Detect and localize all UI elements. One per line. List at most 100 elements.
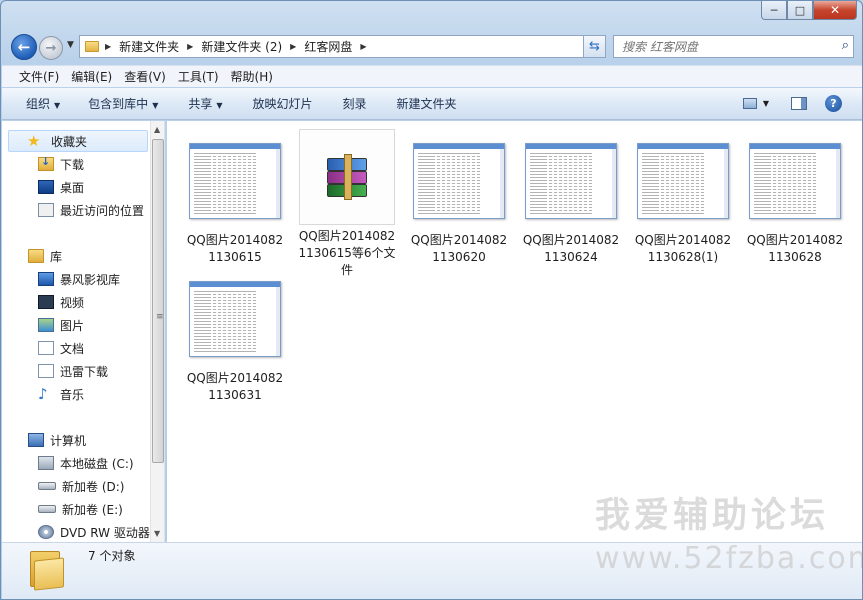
search-input[interactable]	[622, 36, 822, 57]
nav-item-drive-c[interactable]: 本地磁盘 (C:)	[38, 452, 134, 474]
nav-label: 本地磁盘 (C:)	[60, 456, 134, 471]
video-library-icon	[38, 272, 54, 286]
search-box[interactable]: ⌕	[613, 35, 854, 58]
nav-item-recent-places[interactable]: 最近访问的位置	[38, 199, 144, 221]
folder-icon	[30, 549, 66, 591]
address-bar[interactable]: ▶ 新建文件夹 ▶ 新建文件夹 (2) ▶ 红客网盘 ▶ ▼	[79, 35, 606, 58]
breadcrumb-separator-icon[interactable]: ▶	[288, 42, 298, 51]
help-icon[interactable]: ?	[825, 95, 842, 112]
nav-libraries[interactable]: 库	[28, 245, 62, 267]
command-bar: 组织 ▼ 包含到库中 ▼ 共享 ▼ 放映幻灯片 刻录 新建文件夹 ▼ ?	[2, 88, 862, 120]
menu-view[interactable]: 查看(V)	[117, 68, 171, 85]
file-name: QQ图片20140821130628	[746, 233, 844, 264]
nav-favorites[interactable]: ★ 收藏夹	[8, 130, 148, 152]
organize-label: 组织	[26, 97, 51, 111]
nav-item-dvd-drive[interactable]: DVD RW 驱动器	[38, 521, 150, 542]
breadcrumb-separator-icon[interactable]: ▶	[185, 42, 195, 51]
file-thumbnail	[523, 133, 619, 229]
library-icon	[28, 249, 44, 263]
desktop-icon	[38, 180, 54, 194]
nav-item-videos[interactable]: 视频	[38, 291, 84, 313]
organize-button[interactable]: 组织 ▼	[2, 95, 70, 112]
close-button[interactable]: ✕	[813, 1, 857, 20]
breadcrumb-separator-icon[interactable]: ▶	[358, 42, 368, 51]
image-thumbnail-icon	[525, 143, 617, 219]
image-thumbnail-icon	[749, 143, 841, 219]
scroll-up-icon[interactable]: ▲	[154, 125, 160, 134]
nav-item-music[interactable]: ♪ 音乐	[38, 383, 84, 405]
breadcrumb-item[interactable]: 红客网盘	[298, 38, 358, 55]
slideshow-button[interactable]: 放映幻灯片	[233, 95, 323, 112]
menu-help[interactable]: 帮助(H)	[224, 68, 278, 85]
include-in-library-button[interactable]: 包含到库中 ▼	[70, 95, 168, 112]
file-thumbnail	[635, 133, 731, 229]
arrow-right-icon: →	[45, 40, 57, 56]
image-thumbnail-icon	[189, 281, 281, 357]
nav-item-documents[interactable]: 文档	[38, 337, 84, 359]
computer-icon	[28, 433, 44, 447]
preview-pane-icon[interactable]	[791, 97, 807, 110]
file-item[interactable]: QQ图片20140821130620	[409, 133, 509, 266]
file-item[interactable]: QQ图片20140821130615	[185, 133, 285, 266]
change-view-icon[interactable]	[742, 98, 757, 109]
new-folder-button[interactable]: 新建文件夹	[377, 95, 467, 112]
nav-label: DVD RW 驱动器	[60, 525, 150, 540]
navigation-scrollbar[interactable]: ▲ ≡ ▼	[150, 121, 164, 542]
nav-computer[interactable]: 计算机	[28, 429, 86, 451]
breadcrumb-item[interactable]: 新建文件夹 (2)	[195, 38, 288, 55]
breadcrumb-item[interactable]: 新建文件夹	[113, 38, 185, 55]
menu-tools[interactable]: 工具(T)	[171, 68, 224, 85]
file-item[interactable]: QQ图片20140821130624	[521, 133, 621, 266]
nav-item-pictures[interactable]: 图片	[38, 314, 84, 336]
item-count: 7 个对象	[88, 549, 136, 563]
refresh-icon: ⇆	[589, 39, 600, 54]
nav-label: 图片	[60, 318, 85, 333]
watermark-url: www.52fzba.com	[595, 541, 863, 576]
nav-item-drive-e[interactable]: 新加卷 (E:)	[38, 498, 123, 520]
forward-button[interactable]: →	[39, 36, 63, 60]
nav-item-downloads[interactable]: 下载	[38, 153, 84, 175]
nav-label: 下载	[60, 157, 85, 172]
command-bar-right: ▼ ?	[742, 88, 862, 119]
chevron-down-icon[interactable]: ▼	[763, 99, 769, 108]
archive-icon	[325, 154, 369, 200]
back-button[interactable]: ←	[11, 34, 37, 60]
nav-item-drive-d[interactable]: 新加卷 (D:)	[38, 475, 124, 497]
file-name: QQ图片20140821130615等6个文件	[298, 229, 396, 277]
nav-item-baofeng-library[interactable]: 暴风影视库	[38, 268, 120, 290]
nav-label: 视频	[60, 295, 85, 310]
nav-label: 桌面	[60, 180, 85, 195]
file-name: QQ图片20140821130615	[186, 233, 284, 264]
share-button[interactable]: 共享 ▼	[168, 95, 232, 112]
file-item[interactable]: QQ图片20140821130631	[185, 271, 285, 404]
chevron-down-icon: ▼	[54, 101, 61, 110]
maximize-button[interactable]: □	[787, 1, 813, 20]
burn-button[interactable]: 刻录	[323, 95, 377, 112]
star-icon: ★	[27, 132, 41, 150]
refresh-button[interactable]: ⇆	[583, 35, 606, 58]
nav-label: 暴风影视库	[60, 272, 121, 287]
document-icon	[38, 364, 54, 378]
scrollbar-thumb[interactable]: ≡	[152, 139, 164, 463]
menu-edit[interactable]: 编辑(E)	[64, 68, 117, 85]
file-item[interactable]: QQ图片20140821130615等6个文件	[297, 129, 397, 279]
nav-label: 文档	[60, 341, 85, 356]
minimize-button[interactable]: ─	[761, 1, 787, 20]
search-icon[interactable]: ⌕	[842, 38, 849, 53]
image-thumbnail-icon	[413, 143, 505, 219]
recent-pages-dropdown[interactable]: ▼	[67, 40, 74, 50]
file-item[interactable]: QQ图片20140821130628	[745, 133, 845, 266]
nav-item-desktop[interactable]: 桌面	[38, 176, 84, 198]
nav-label: 迅雷下载	[60, 364, 109, 379]
explorer-window: ─ □ ✕ ← → ▼ ▶ 新建文件夹 ▶ 新建文件夹 (2) ▶ 红客网盘 ▶…	[0, 0, 863, 600]
nav-item-thunder-downloads[interactable]: 迅雷下载	[38, 360, 108, 382]
menu-file[interactable]: 文件(F)	[2, 68, 64, 85]
nav-label: 收藏夹	[51, 134, 88, 149]
scroll-down-icon[interactable]: ▼	[154, 529, 160, 538]
drive-icon	[38, 505, 56, 513]
folder-icon	[85, 41, 99, 52]
file-item[interactable]: QQ图片20140821130628(1)	[633, 133, 733, 266]
chevron-down-icon: ▼	[67, 40, 74, 50]
file-thumbnail	[187, 133, 283, 229]
breadcrumb-separator-icon[interactable]: ▶	[103, 42, 113, 51]
